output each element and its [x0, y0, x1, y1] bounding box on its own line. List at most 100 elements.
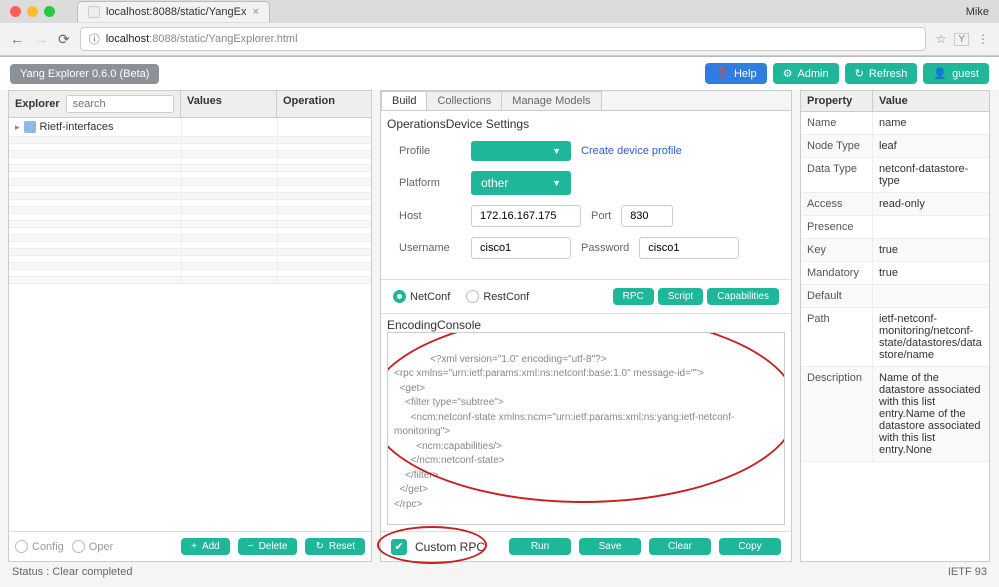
back-button[interactable]: ←: [10, 31, 24, 47]
rpc-xml: <?xml version="1.0" encoding="utf-8"?> <…: [394, 354, 734, 510]
copy-button[interactable]: Copy: [719, 538, 781, 555]
custom-rpc-label: Custom RPC: [415, 540, 485, 554]
clear-button[interactable]: Clear: [649, 538, 711, 555]
url-host: localhost: [106, 33, 149, 45]
platform-select[interactable]: other▼: [471, 171, 571, 195]
create-profile-link[interactable]: Create device profile: [581, 145, 682, 157]
oper-radio[interactable]: Oper: [72, 540, 113, 553]
username-input[interactable]: [471, 237, 571, 259]
property-panel: Property Value NamenameNode TypeleafData…: [800, 90, 990, 562]
chevron-down-icon: ▼: [552, 178, 561, 188]
property-value: Name of the datastore associated with th…: [873, 367, 989, 461]
reset-button[interactable]: ↻Reset: [305, 538, 365, 555]
tab-collections[interactable]: Collections: [426, 91, 502, 110]
password-input[interactable]: [639, 237, 739, 259]
property-row: Presence: [801, 216, 989, 239]
help-icon: ❓: [715, 67, 729, 80]
capabilities-button[interactable]: Capabilities: [707, 288, 779, 305]
restconf-radio[interactable]: RestConf: [466, 290, 529, 303]
sub-tabs: Operations Device Settings: [381, 111, 791, 131]
refresh-button[interactable]: ↻Refresh: [845, 63, 918, 84]
tab-manage-models[interactable]: Manage Models: [501, 91, 601, 110]
admin-button[interactable]: ⚙Admin: [773, 63, 839, 84]
app-header: Yang Explorer 0.6.0 (Beta) ❓Help ⚙Admin …: [0, 57, 999, 90]
property-name: Key: [801, 239, 873, 261]
rpc-button[interactable]: RPC: [613, 288, 654, 305]
property-row: Pathietf-netconf-monitoring/netconf-stat…: [801, 308, 989, 367]
property-row: Node Typeleaf: [801, 135, 989, 158]
extension-icon[interactable]: Y: [954, 33, 969, 46]
subtab-operations[interactable]: Operations: [387, 117, 446, 131]
property-name: Node Type: [801, 135, 873, 157]
script-button[interactable]: Script: [658, 288, 704, 305]
username-label: Username: [399, 242, 461, 254]
property-value: netconf-datastore-type: [873, 158, 989, 192]
gear-icon: ⚙: [783, 67, 793, 80]
chevron-down-icon: ▼: [552, 146, 561, 156]
explorer-panel: Explorer Values Operation ▸Rietf-interfa…: [8, 90, 372, 562]
property-row: Default: [801, 285, 989, 308]
config-radio[interactable]: Config: [15, 540, 64, 553]
bookmark-icon[interactable]: ☆: [936, 32, 947, 46]
subtab-device-settings[interactable]: Device Settings: [446, 117, 529, 131]
run-button[interactable]: Run: [509, 538, 571, 555]
port-input[interactable]: [621, 205, 673, 227]
browser-tab[interactable]: localhost:8088/static/YangEx ×: [77, 1, 270, 22]
window-controls[interactable]: [0, 0, 65, 23]
url-port: :8088: [149, 33, 177, 45]
port-label: Port: [591, 210, 611, 222]
profile-select[interactable]: ▼: [471, 141, 571, 161]
minimize-window-icon[interactable]: [27, 6, 38, 17]
property-value: ietf-netconf-monitoring/netconf-state/da…: [873, 308, 989, 366]
property-value: true: [873, 239, 989, 261]
save-button[interactable]: Save: [579, 538, 641, 555]
tab-encoding[interactable]: Encoding: [387, 318, 437, 332]
status-text: Status : Clear completed: [12, 566, 132, 578]
property-name: Access: [801, 193, 873, 215]
maximize-window-icon[interactable]: [44, 6, 55, 17]
close-window-icon[interactable]: [10, 6, 21, 17]
status-bar: Status : Clear completed IETF 93: [0, 562, 999, 582]
build-panel: Build Collections Manage Models Operatio…: [380, 90, 792, 562]
property-value: [873, 285, 989, 307]
host-input[interactable]: [471, 205, 581, 227]
property-value: name: [873, 112, 989, 134]
caret-right-icon[interactable]: ▸: [15, 122, 20, 133]
tree-row[interactable]: ▸ Rietf-interfaces: [9, 118, 371, 137]
url-field[interactable]: ⓘ localhost:8088/static/YangExplorer.htm…: [80, 27, 926, 51]
menu-icon[interactable]: ⋮: [977, 32, 989, 46]
host-label: Host: [399, 210, 461, 222]
password-label: Password: [581, 242, 629, 254]
tab-title: localhost:8088/static/YangEx: [106, 6, 246, 18]
delete-button[interactable]: −Delete: [238, 538, 298, 555]
property-row: Data Typenetconf-datastore-type: [801, 158, 989, 193]
plus-icon: +: [191, 541, 197, 552]
property-value: leaf: [873, 135, 989, 157]
guest-button[interactable]: 👤guest: [923, 63, 989, 84]
help-button[interactable]: ❓Help: [705, 63, 766, 84]
property-row: Accessread-only: [801, 193, 989, 216]
property-row: Namename: [801, 112, 989, 135]
property-name: Name: [801, 112, 873, 134]
browser-chrome: localhost:8088/static/YangEx × Mike ← → …: [0, 0, 999, 57]
rpc-editor[interactable]: <?xml version="1.0" encoding="utf-8"?> <…: [387, 332, 785, 525]
favicon-icon: [88, 6, 100, 18]
tab-close-icon[interactable]: ×: [252, 6, 258, 18]
tree-node-label: Rietf-interfaces: [40, 121, 114, 133]
netconf-radio[interactable]: NetConf: [393, 290, 450, 303]
property-value: read-only: [873, 193, 989, 215]
reload-button[interactable]: ⟳: [58, 31, 70, 48]
custom-rpc-checkbox[interactable]: ✔: [391, 539, 407, 555]
protocol-row: NetConf RestConf RPC Script Capabilities: [381, 280, 791, 314]
profile-name[interactable]: Mike: [966, 6, 989, 18]
tab-build[interactable]: Build: [381, 91, 427, 110]
tab-console[interactable]: Console: [437, 318, 481, 332]
platform-label: Platform: [399, 177, 461, 189]
forward-button[interactable]: →: [34, 31, 48, 47]
search-input[interactable]: [66, 95, 174, 113]
editor-footer: ✔ Custom RPC Run Save Clear Copy: [381, 531, 791, 561]
site-info-icon[interactable]: ⓘ: [89, 31, 100, 47]
add-button[interactable]: +Add: [181, 538, 230, 555]
property-value: [873, 216, 989, 238]
property-name: Path: [801, 308, 873, 366]
